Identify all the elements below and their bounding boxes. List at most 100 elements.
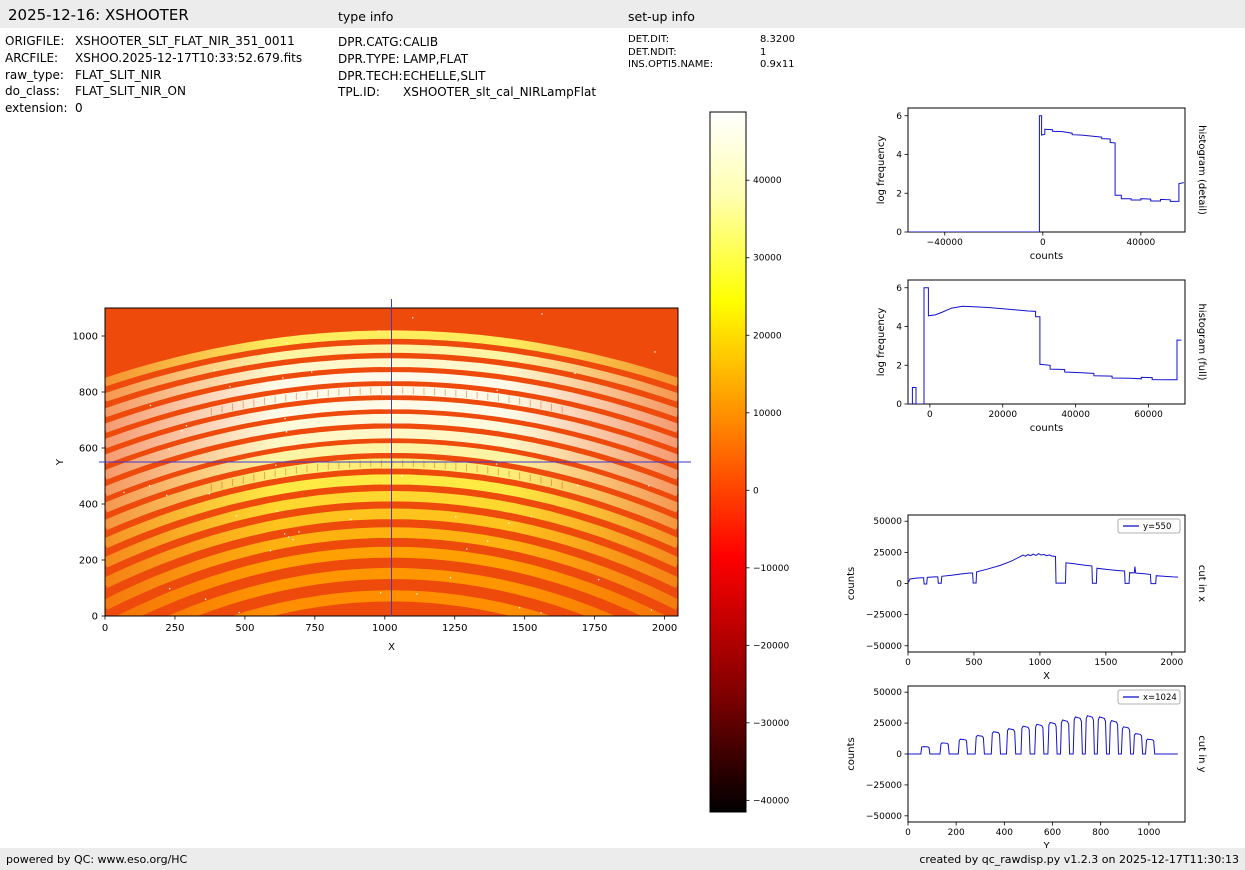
hot-pixel	[508, 522, 510, 524]
x-tick-label: 750	[305, 623, 324, 634]
y-tick-label: −25000	[866, 611, 902, 621]
hot-pixel	[455, 516, 457, 518]
colorbar-tick-label: 30000	[753, 254, 782, 264]
hot-pixel	[519, 607, 521, 609]
x-tick-label: 800	[1092, 828, 1109, 838]
y-tick-label: 4	[896, 151, 902, 161]
x-tick-label: 0	[927, 410, 933, 420]
hot-pixel	[654, 351, 656, 353]
hot-pixel	[186, 425, 188, 427]
hot-pixel	[229, 386, 231, 388]
x-tick-label: 400	[996, 828, 1013, 838]
cut-in-y-plot: 02004006008001000−50000−2500002500050000…	[846, 686, 1207, 852]
hot-pixel	[275, 464, 277, 466]
x-tick-label: 200	[948, 828, 965, 838]
colorbar: 400003000020000100000−10000−20000−30000−…	[710, 112, 789, 812]
x-tick-label: 40000	[1061, 410, 1090, 420]
detector-image-plot: 0250500750100012501500175020000200400600…	[55, 299, 691, 679]
hot-pixel	[496, 463, 498, 465]
x-tick-label: 0	[1040, 238, 1046, 248]
hot-pixel	[378, 330, 380, 332]
footer-created-by: created by qc_rawdisp.py v1.2.3 on 2025-…	[919, 853, 1239, 866]
y-tick-label: 800	[79, 388, 98, 399]
hot-pixel	[236, 515, 238, 517]
hot-pixel	[168, 448, 170, 450]
y-tick-label: 4	[896, 323, 902, 333]
hot-pixel	[149, 485, 151, 487]
hot-pixel	[288, 536, 290, 538]
hot-pixel	[284, 418, 286, 420]
y-axis-label: Y	[55, 458, 66, 466]
hot-pixel	[214, 369, 216, 371]
colorbar-tick-label: −30000	[753, 719, 789, 729]
x-axis-label: X	[388, 642, 395, 653]
y-tick-label: 0	[896, 400, 902, 410]
y-tick-label: 25000	[873, 719, 902, 729]
hot-pixel	[286, 342, 288, 344]
hot-pixel	[166, 495, 168, 497]
x-tick-label: 20000	[988, 410, 1017, 420]
hot-pixel	[276, 510, 278, 512]
y-tick-label: 6	[896, 284, 902, 294]
y-tick-label: 0	[92, 612, 98, 623]
hot-pixel	[450, 577, 452, 579]
x-tick-label: 0	[905, 828, 911, 838]
footer-bar: powered by QC: www.eso.org/HC created by…	[0, 848, 1245, 870]
x-tick-label: 1500	[1094, 658, 1117, 668]
right-axis-label: cut in y	[1196, 735, 1207, 772]
y-axis-label: counts	[846, 737, 857, 770]
hot-pixel	[123, 492, 125, 494]
y-tick-label: 0	[896, 228, 902, 238]
y-axis-label: counts	[846, 567, 857, 600]
y-tick-label: −50000	[866, 812, 902, 822]
hot-pixel	[538, 464, 540, 466]
histogram-full-plot: 0 20000 40000 60000 0 2 4 6 counts log frequency h…	[876, 280, 1207, 434]
hot-pixel	[574, 373, 576, 375]
hot-pixel	[238, 612, 240, 614]
hot-pixel	[209, 493, 211, 495]
x-tick-label: 1250	[442, 623, 467, 634]
y-tick-label: 1000	[73, 332, 98, 343]
y-tick-label: −50000	[866, 642, 902, 652]
hot-pixel	[401, 475, 403, 477]
x-tick-label: −40000	[927, 238, 963, 248]
right-axis-label: cut in x	[1196, 565, 1207, 602]
hot-pixel	[577, 485, 579, 487]
hot-pixel	[487, 540, 489, 542]
y-tick-label: 0	[896, 750, 902, 760]
y-tick-label: −25000	[866, 781, 902, 791]
x-tick-label: 250	[165, 623, 184, 634]
x-tick-label: 1000	[372, 623, 397, 634]
hot-pixel	[412, 317, 414, 319]
colorbar-tick-label: −40000	[753, 796, 789, 806]
colorbar-tick-label: 10000	[753, 409, 782, 419]
hot-pixel	[311, 371, 313, 373]
x-tick-label: 60000	[1134, 410, 1163, 420]
colorbar-tick-label: −20000	[753, 641, 789, 651]
hot-pixel	[181, 430, 183, 432]
right-axis-label: histogram (detail)	[1196, 125, 1207, 215]
footer-powered-by: powered by QC: www.eso.org/HC	[6, 853, 187, 866]
right-axis-label: histogram (full)	[1196, 303, 1207, 380]
y-tick-label: 400	[79, 500, 98, 511]
x-tick-label: 1500	[512, 623, 537, 634]
hot-pixel	[380, 592, 382, 594]
hot-pixel	[651, 609, 653, 611]
x-axis-label: counts	[1030, 251, 1063, 262]
y-tick-label: 25000	[873, 548, 902, 558]
x-tick-label: 2000	[1160, 658, 1183, 668]
y-tick-label: 2	[896, 361, 902, 371]
y-tick-label: 200	[79, 556, 98, 567]
hot-pixel	[381, 416, 383, 418]
x-tick-label: 2000	[652, 623, 677, 634]
cut-in-x-plot: 0500100015002000−50000−2500002500050000X…	[846, 515, 1207, 682]
x-tick-label: 0	[905, 658, 911, 668]
figure-layer: 0250500750100012501500175020000200400600…	[0, 0, 1245, 870]
y-axis-label: log frequency	[876, 308, 887, 377]
hot-pixel	[298, 531, 300, 533]
hot-pixel	[376, 387, 378, 389]
hot-pixel	[169, 588, 171, 590]
hot-pixel	[541, 313, 543, 315]
x-axis-label: counts	[1030, 423, 1063, 434]
hot-pixel	[150, 405, 152, 407]
